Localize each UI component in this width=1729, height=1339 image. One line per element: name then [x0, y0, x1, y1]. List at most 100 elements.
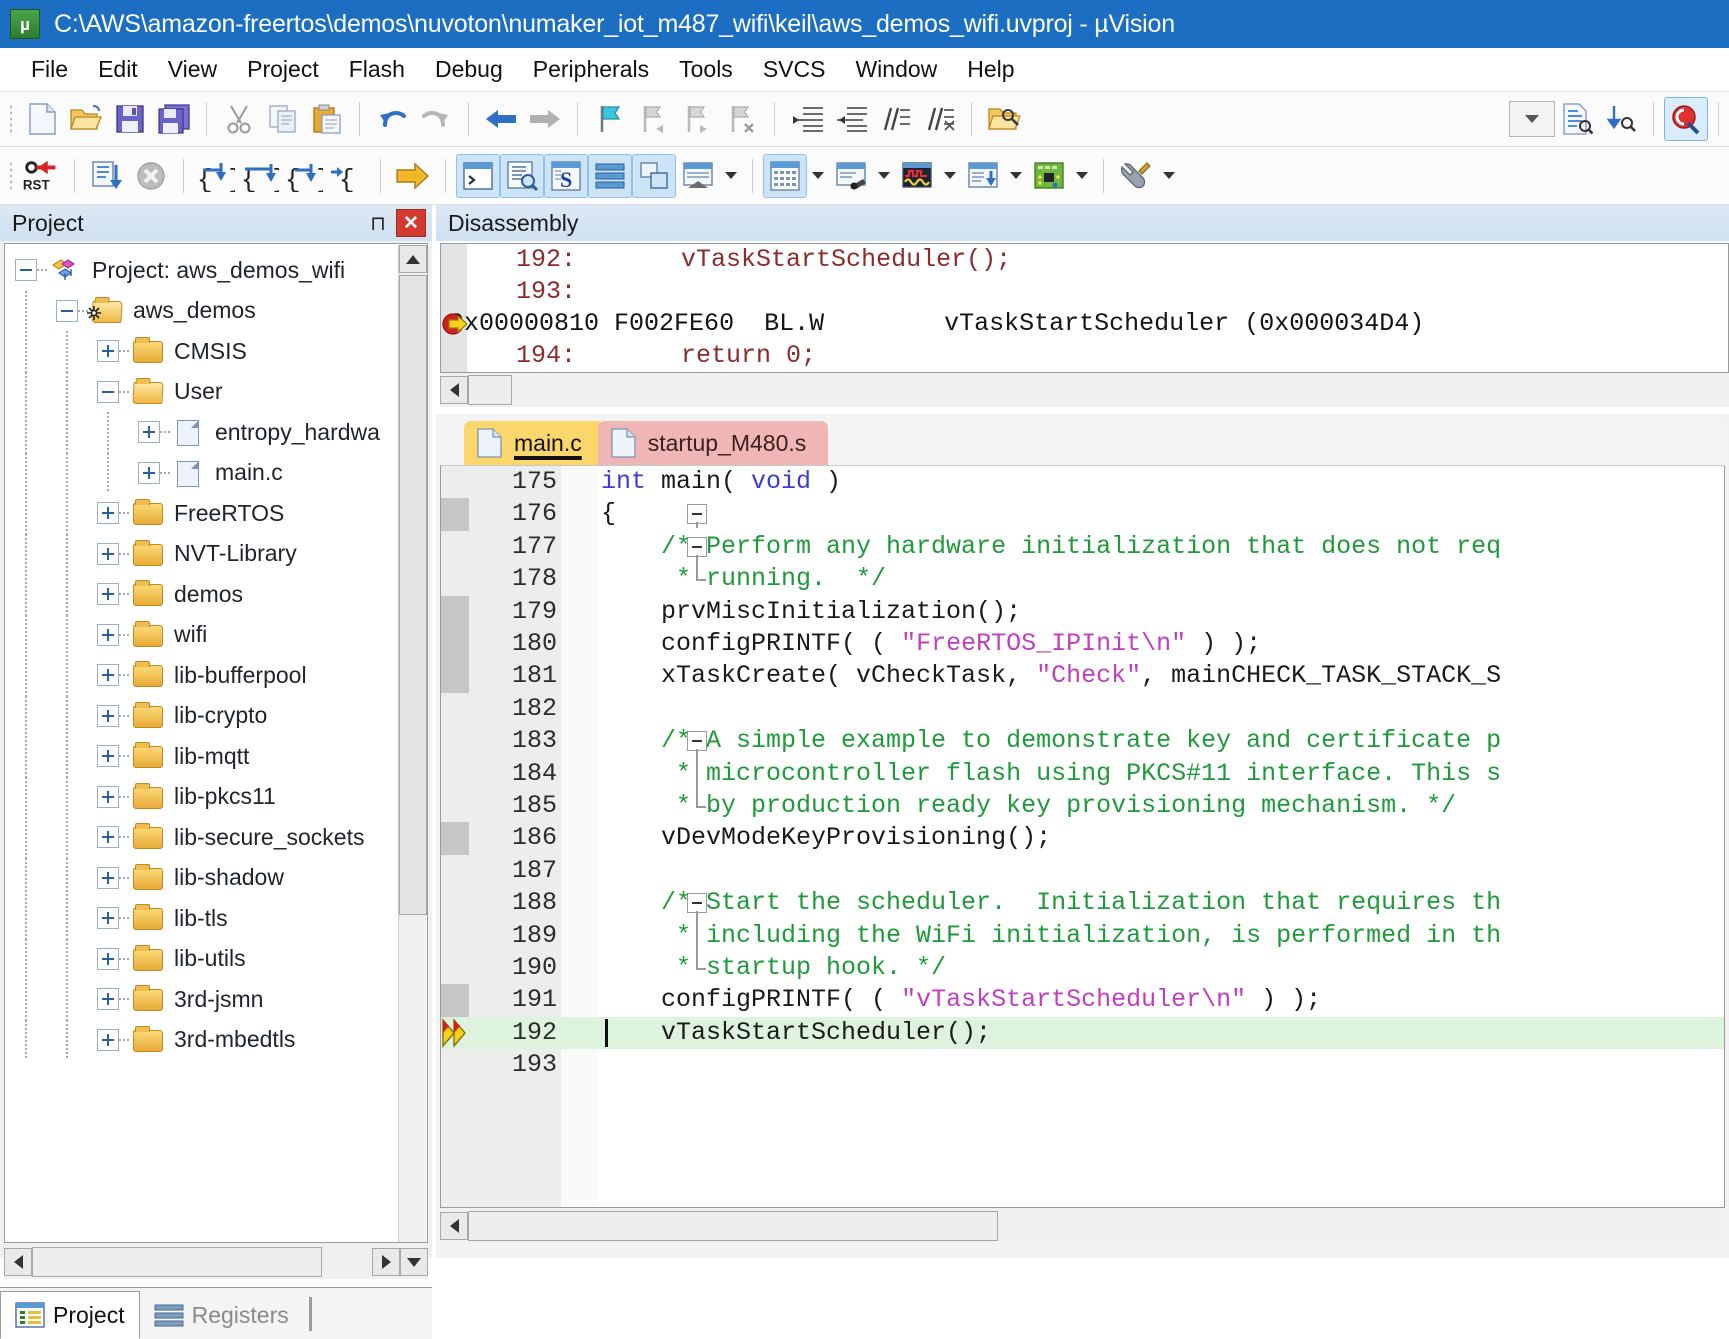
tab-startup-m480-s[interactable]: startup_M480.s	[598, 421, 829, 465]
tree-item-lib-bufferpool[interactable]: lib-bufferpool	[5, 655, 395, 696]
disassembly-body[interactable]: 192: vTaskStartScheduler(); 193: 0x00000…	[440, 243, 1729, 373]
toolbar-grip[interactable]	[6, 102, 16, 136]
find-in-files-doc-icon[interactable]	[1555, 97, 1599, 141]
expand-icon[interactable]	[138, 421, 160, 443]
expand-icon[interactable]	[97, 867, 119, 889]
tree-item-lib-crypto[interactable]: lib-crypto	[5, 696, 395, 737]
command-window-icon[interactable]	[456, 154, 500, 198]
scroll-up-button[interactable]	[399, 245, 427, 273]
expand-icon[interactable]	[97, 907, 119, 929]
tree-item-user[interactable]: User	[5, 372, 395, 413]
tree-item-aws-demos[interactable]: aws_demos	[5, 291, 395, 332]
new-file-icon[interactable]	[20, 97, 64, 141]
system-viewer-icon[interactable]	[1027, 154, 1071, 198]
undo-icon[interactable]	[370, 97, 414, 141]
show-next-statement-icon[interactable]	[391, 154, 435, 198]
tree-item-lib-mqtt[interactable]: lib-mqtt	[5, 736, 395, 777]
menu-flash[interactable]: Flash	[334, 54, 420, 85]
trace-windows-dropdown-icon[interactable]	[1005, 154, 1027, 198]
redo-icon[interactable]	[414, 97, 458, 141]
save-all-icon[interactable]	[152, 97, 196, 141]
analysis-windows-dropdown-icon[interactable]	[939, 154, 961, 198]
code-editor[interactable]: 175int main( void )176{177 /* Perform an…	[440, 466, 1725, 1208]
expand-icon[interactable]	[97, 705, 119, 727]
trace-windows-icon[interactable]	[961, 154, 1005, 198]
cut-icon[interactable]	[217, 97, 261, 141]
run-icon[interactable]	[85, 154, 129, 198]
tree-item-entropy-hardwa[interactable]: entropy_hardwa	[5, 412, 395, 453]
tree-item-nvt-library[interactable]: NVT-Library	[5, 534, 395, 575]
menu-peripherals[interactable]: Peripherals	[518, 54, 664, 85]
expand-icon[interactable]	[97, 988, 119, 1010]
toolbar-grip[interactable]	[6, 159, 16, 193]
tab-main-c[interactable]: main.c	[464, 421, 604, 465]
bookmark-next-icon[interactable]	[676, 97, 720, 141]
expand-icon[interactable]	[97, 664, 119, 686]
analysis-windows-icon[interactable]	[895, 154, 939, 198]
start-stop-debug-session-icon[interactable]	[1664, 97, 1708, 141]
menu-window[interactable]: Window	[840, 54, 952, 85]
search-combo-dropdown[interactable]	[1509, 101, 1555, 137]
indent-right-icon[interactable]	[785, 97, 829, 141]
tab-registers[interactable]: Registers	[140, 1291, 303, 1339]
bookmark-prev-icon[interactable]	[632, 97, 676, 141]
code-line-row[interactable]	[441, 1049, 1725, 1081]
copy-icon[interactable]	[261, 97, 305, 141]
pin-icon[interactable]: ⊓	[364, 209, 392, 237]
tree-item-demos[interactable]: demos	[5, 574, 395, 615]
expand-icon[interactable]	[97, 502, 119, 524]
save-icon[interactable]	[108, 97, 152, 141]
tree-item-lib-pkcs11[interactable]: lib-pkcs11	[5, 777, 395, 818]
indent-left-icon[interactable]	[829, 97, 873, 141]
code-line-row[interactable]	[441, 498, 1725, 530]
expand-icon[interactable]	[97, 826, 119, 848]
bookmark-clear-icon[interactable]	[720, 97, 764, 141]
symbols-window-icon[interactable]: S	[544, 154, 588, 198]
expand-icon[interactable]	[97, 583, 119, 605]
navigate-back-icon[interactable]	[479, 97, 523, 141]
memory-windows-dropdown-icon[interactable]	[807, 154, 829, 198]
tree-item-lib-utils[interactable]: lib-utils	[5, 939, 395, 980]
scroll-left-button[interactable]	[4, 1248, 32, 1276]
step-into-icon[interactable]: { }	[194, 154, 238, 198]
find-in-files-icon[interactable]	[982, 97, 1026, 141]
disassembly-window-icon[interactable]	[500, 154, 544, 198]
registers-window-icon[interactable]	[588, 154, 632, 198]
scroll-left-button[interactable]	[440, 1212, 468, 1240]
vscroll-thumb[interactable]	[399, 275, 427, 915]
tree-item-project-aws-demos-wifi[interactable]: Project: aws_demos_wifi	[5, 250, 395, 291]
expand-icon[interactable]	[97, 1029, 119, 1051]
call-stack-window-icon[interactable]	[632, 154, 676, 198]
paste-icon[interactable]	[305, 97, 349, 141]
tree-item-lib-tls[interactable]: lib-tls	[5, 898, 395, 939]
project-tree-vscrollbar[interactable]	[398, 245, 426, 1243]
stop-icon[interactable]	[129, 154, 173, 198]
code-line-row[interactable]	[441, 855, 1725, 887]
system-viewer-dropdown-icon[interactable]	[1071, 154, 1093, 198]
close-icon[interactable]: ✕	[396, 209, 426, 237]
scroll-right-button[interactable]	[372, 1248, 400, 1276]
expand-icon[interactable]	[97, 340, 119, 362]
menu-debug[interactable]: Debug	[420, 54, 518, 85]
editor-hscrollbar[interactable]	[440, 1208, 1725, 1244]
tab-project[interactable]: Project	[0, 1291, 140, 1339]
tool-settings-icon[interactable]	[1114, 154, 1158, 198]
expand-icon[interactable]	[97, 786, 119, 808]
navigate-forward-icon[interactable]	[523, 97, 567, 141]
step-over-icon[interactable]: { }	[238, 154, 282, 198]
menu-help[interactable]: Help	[952, 54, 1029, 85]
collapse-icon[interactable]	[56, 300, 78, 322]
serial-windows-icon[interactable]	[829, 154, 873, 198]
tree-item-cmsis[interactable]: CMSIS	[5, 331, 395, 372]
reset-cpu-icon[interactable]: RST	[20, 154, 64, 198]
collapse-icon[interactable]	[15, 259, 37, 281]
menu-view[interactable]: View	[153, 54, 232, 85]
tool-settings-dropdown-icon[interactable]	[1158, 154, 1180, 198]
tree-item-3rd-jsmn[interactable]: 3rd-jsmn	[5, 979, 395, 1020]
watch-windows-icon[interactable]	[676, 154, 720, 198]
menu-svcs[interactable]: SVCS	[748, 54, 841, 85]
bookmark-toggle-icon[interactable]	[588, 97, 632, 141]
tree-item-3rd-mbedtls[interactable]: 3rd-mbedtls	[5, 1020, 395, 1061]
scroll-down-button[interactable]	[400, 1248, 428, 1276]
expand-icon[interactable]	[97, 624, 119, 646]
